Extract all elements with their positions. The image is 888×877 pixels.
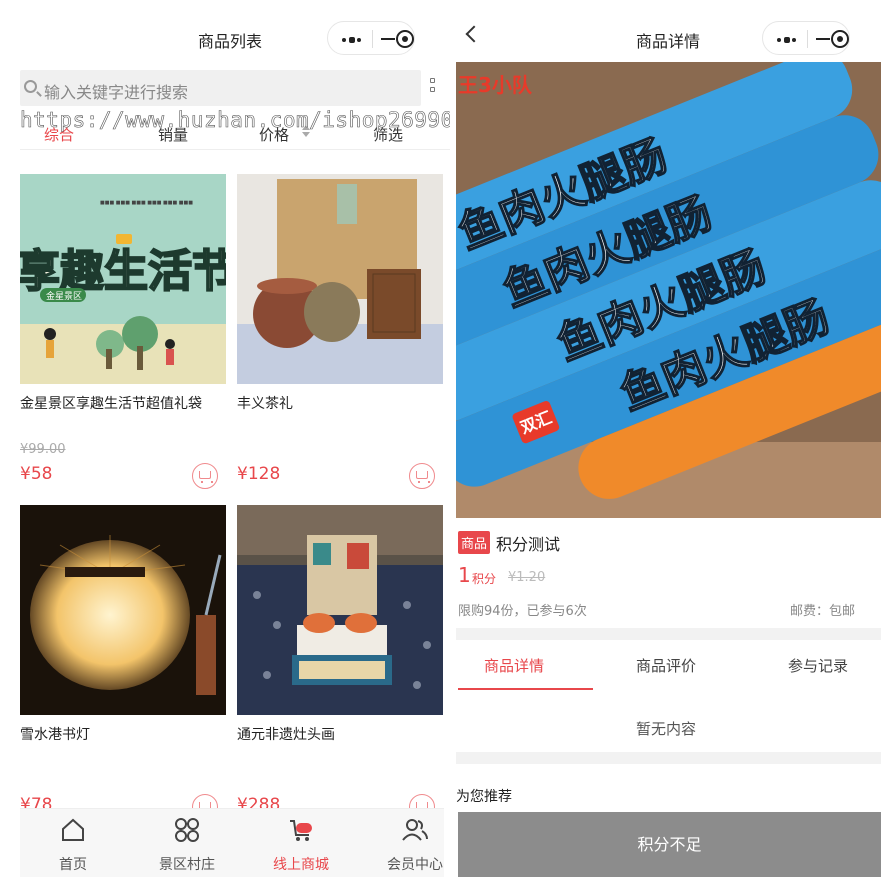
nav-bar: 商品详情 [456,0,888,62]
mini-program-capsule [327,21,415,55]
product-name: 金星景区享趣生活节超值礼袋 [20,396,202,412]
recommend-heading: 为您推荐 [456,789,512,805]
empty-content-text: 暂无内容 [636,720,697,738]
close-target-icon[interactable] [396,30,414,48]
tab-online-mall[interactable]: 线上商城 [248,809,354,877]
product-type-badge: 商品 [458,531,491,554]
product-old-price: ¥99.00 [20,442,66,457]
points-value: 1 [458,563,471,587]
cart-icon [290,820,312,841]
hero-brand: 王3小队 [458,73,533,97]
tab-participation-records[interactable]: 参与记录 [788,655,848,676]
section-divider [456,628,881,640]
tab-member-center[interactable]: 会员中心 [362,809,450,877]
points-label: 积分 [472,572,497,586]
screenshot-root: 商品列表 输入关键字进行搜索 综合 销量 价格 筛选 https://www.h… [0,0,888,877]
product-card[interactable]: 通元非遗灶头画 ¥288 [237,505,443,825]
product-detail-screen: 商品详情 王3小队 鱼肉火腿肠 鱼肉火腿肠 鱼肉火腿肠 鱼肉火腿肠 双汇 商品 … [456,0,888,877]
tab-home[interactable]: 首页 [20,809,126,877]
shipping-fee: 邮费：包邮 [790,604,856,619]
add-to-cart-icon[interactable] [409,463,435,489]
tab-label: 线上商城 [273,857,329,873]
capsule-divider [372,30,373,48]
product-price: ¥128 [237,464,281,484]
product-image: 享趣生活节 金星景区 ■■■ ■■■ ■■■ ■■■ ■■■ ■■■ [20,174,226,384]
grid-icon [175,818,199,842]
poster-badge: 金星景区 [46,290,82,302]
product-image [20,505,226,715]
search-input[interactable]: 输入关键字进行搜索 [20,70,421,106]
nav-bar: 商品列表 [0,0,450,62]
tab-label: 会员中心 [387,857,443,873]
more-icon[interactable] [777,37,799,43]
tab-label: 首页 [59,857,87,873]
product-name: 积分测试 [496,535,561,554]
product-card[interactable]: 雪水港书灯 ¥78 [20,505,226,825]
search-placeholder: 输入关键字进行搜索 [44,83,189,102]
more-icon[interactable] [342,37,364,43]
home-icon [62,818,84,841]
tab-scenic-villages[interactable]: 景区村庄 [134,809,240,877]
product-card[interactable]: 享趣生活节 金星景区 ■■■ ■■■ ■■■ ■■■ ■■■ ■■■ 金星景区享… [20,174,226,494]
product-list-screen: 商品列表 输入关键字进行搜索 综合 销量 价格 筛选 https://www.h… [0,0,450,877]
product-price: ¥58 [20,464,53,484]
section-divider [456,752,881,764]
watermark-text: https://www.huzhan.com/ishop26990 [20,108,450,133]
product-name: 丰义茶礼 [237,396,293,412]
close-target-icon[interactable] [831,30,849,48]
product-hero-image: 王3小队 鱼肉火腿肠 鱼肉火腿肠 鱼肉火腿肠 鱼肉火腿肠 双汇 [456,62,881,518]
product-name: 雪水港书灯 [20,727,90,743]
product-image [237,174,443,384]
tab-product-details[interactable]: 商品详情 [484,655,544,676]
insufficient-points-button[interactable]: 积分不足 [458,812,881,877]
capsule-divider [807,30,808,48]
product-card[interactable]: 丰义茶礼 ¥128 [237,174,443,494]
add-to-cart-icon[interactable] [192,463,218,489]
active-tab-indicator [458,688,593,690]
page-title: 商品列表 [198,32,263,51]
back-icon[interactable] [465,25,483,43]
user-icon [402,819,428,841]
minimize-icon[interactable] [381,38,395,40]
bottom-tab-bar: 首页 景区村庄 线上商城 会员中心 [20,808,444,877]
product-name: 通元非遗灶头画 [237,727,335,743]
svg-text:■■■ ■■■ ■■■ ■■■ ■■■ ■■■: ■■■ ■■■ ■■■ ■■■ ■■■ ■■■ [100,200,193,206]
search-icon [24,80,37,93]
product-image [237,505,443,715]
product-old-price: ¥1.20 [508,570,546,585]
page-title: 商品详情 [636,32,701,51]
mini-program-capsule [762,21,850,55]
purchase-limit: 限购94份，已参与6次 [458,604,587,619]
tab-label: 景区村庄 [159,857,215,873]
tab-product-reviews[interactable]: 商品评价 [636,655,696,676]
sort-down-icon [302,132,310,137]
minimize-icon[interactable] [816,38,830,40]
layout-toggle-icon[interactable] [430,78,444,98]
